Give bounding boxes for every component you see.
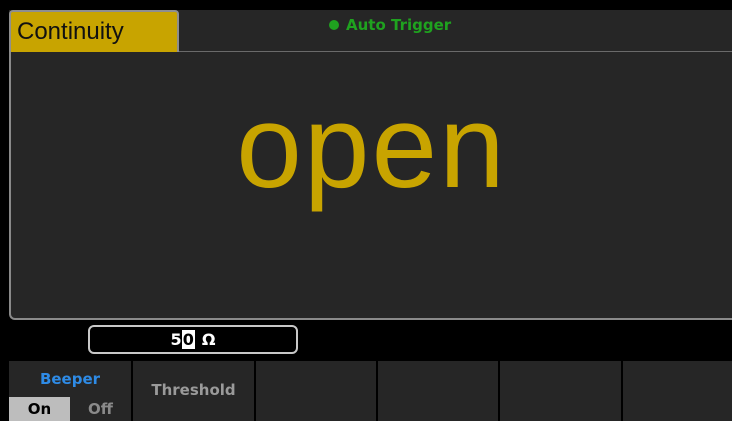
multimeter-screen: Continuity Auto Trigger open 50Ω Beeper … [0, 0, 732, 421]
beeper-off-option[interactable]: Off [70, 397, 131, 421]
trigger-dot-icon [329, 20, 339, 30]
beeper-label: Beeper [39, 370, 101, 388]
softkey-threshold[interactable]: Threshold [133, 361, 256, 421]
threshold-value-field[interactable]: 50Ω [88, 325, 298, 354]
threshold-cursor-digit: 0 [181, 330, 195, 349]
measurement-reading: open [236, 81, 507, 213]
mode-tab-continuity: Continuity [9, 10, 179, 52]
status-header: Continuity Auto Trigger [9, 10, 732, 52]
softkey-empty-4[interactable] [378, 361, 500, 421]
threshold-digits: 5 [170, 330, 182, 349]
beeper-toggle[interactable]: On Off [9, 397, 131, 421]
softkey-bar: Beeper On Off Threshold [9, 361, 732, 421]
threshold-label: Threshold [151, 381, 236, 399]
main-display: open [9, 52, 732, 320]
softkey-beeper[interactable]: Beeper On Off [9, 361, 133, 421]
beeper-on-option[interactable]: On [9, 397, 70, 421]
threshold-unit: Ω [201, 330, 216, 349]
trigger-status: Auto Trigger [329, 14, 451, 36]
softkey-empty-5[interactable] [500, 361, 623, 421]
softkey-empty-3[interactable] [256, 361, 378, 421]
softkey-empty-6[interactable] [623, 361, 732, 421]
trigger-label: Auto Trigger [346, 16, 452, 34]
